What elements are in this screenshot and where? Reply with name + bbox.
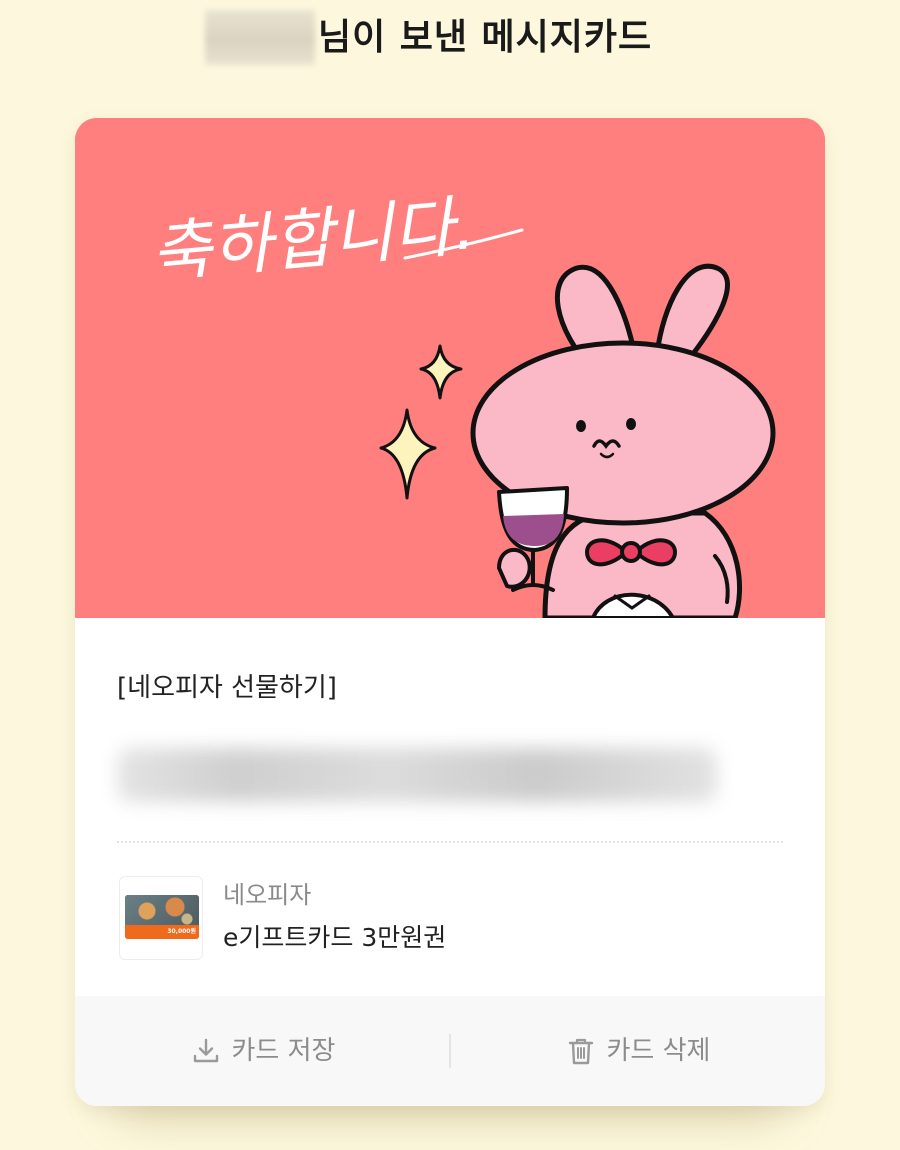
page-title: 님이 보낸 메시지카드 [318,17,653,58]
product-brand: 네오피자 [223,881,312,909]
save-card-button[interactable]: 카드 저장 [75,996,450,1106]
thumbnail-price: 30,000원 [167,928,196,935]
page-header: 님이 보낸 메시지카드 [0,0,900,80]
message-card: 축하합니다. [네오피자 선물하기] 30,000원 네오피자 e기프트카드 3… [75,118,825,1106]
trash-icon [568,1038,593,1065]
gift-card-image: 30,000원 [125,895,199,939]
sender-name-blurred [205,10,315,65]
gift-brand-tag: [네오피자 선물하기] [117,673,337,703]
product-name: e기프트카드 3만원권 [223,923,447,952]
divider [117,841,783,843]
download-icon [193,1038,218,1063]
message-text-blurred [117,748,717,802]
gift-product[interactable]: 30,000원 네오피자 e기프트카드 3만원권 [117,876,783,964]
congratulations-illustration: 축하합니다. [75,118,825,618]
bow-tie-icon [585,538,677,567]
save-card-label: 카드 저장 [231,1036,336,1066]
delete-card-button[interactable]: 카드 삭제 [450,996,825,1106]
delete-card-label: 카드 삭제 [606,1036,711,1066]
card-actions: 카드 저장 카드 삭제 [75,996,825,1106]
product-thumbnail: 30,000원 [119,876,203,960]
card-illustration: 축하합니다. [75,118,825,618]
